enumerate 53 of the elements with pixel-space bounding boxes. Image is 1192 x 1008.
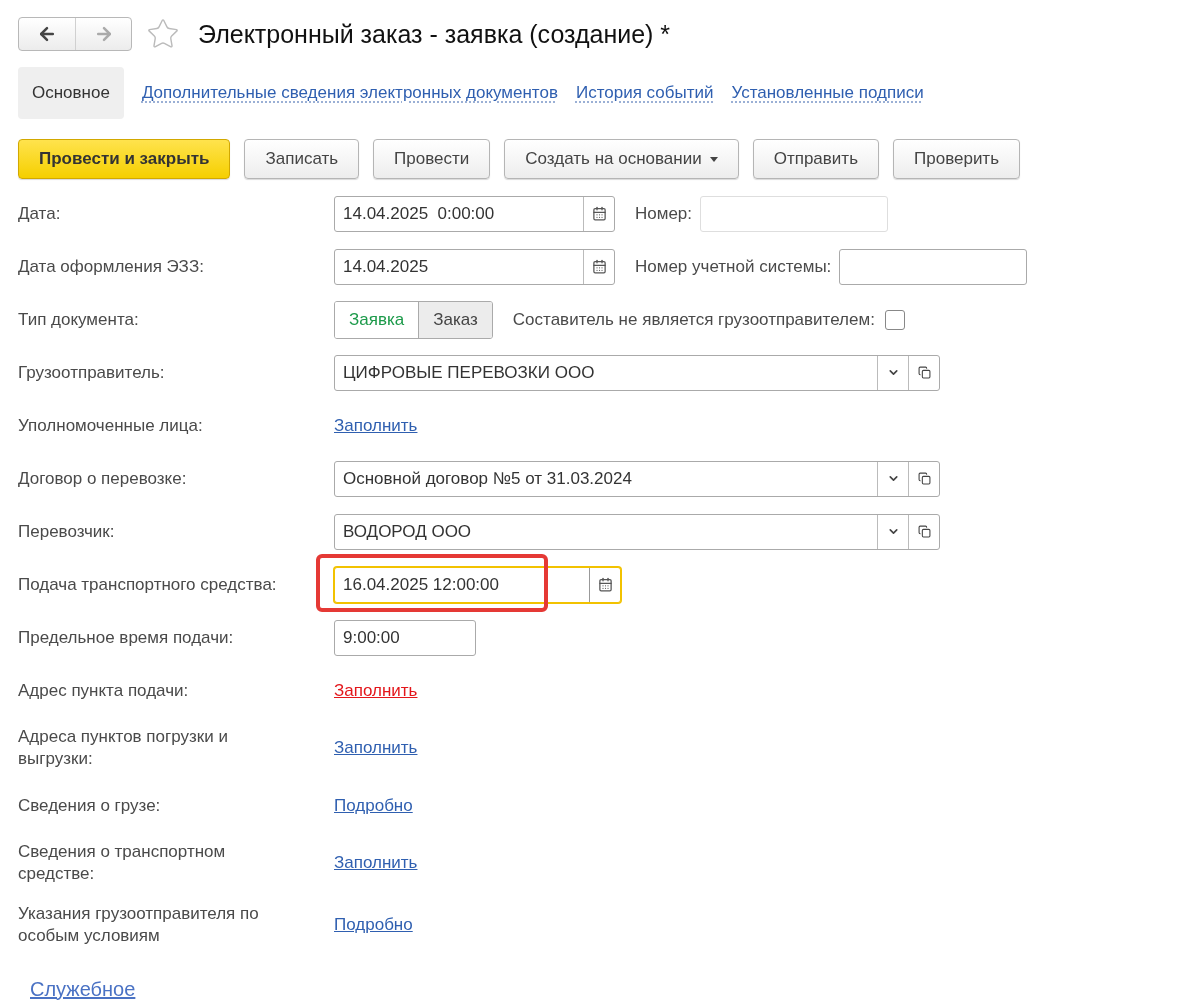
tab[interactable]: Основное [18,67,124,119]
service-link[interactable]: Служебное [30,978,136,1001]
date-field[interactable]: 14.04.2025 0:00:00 [334,195,615,232]
calendar-icon[interactable] [597,577,613,592]
time-field[interactable]: 9:00:00 [334,619,476,656]
open-icon[interactable] [917,366,931,379]
calendar-icon[interactable] [591,259,607,274]
toolbar-button[interactable]: Проверить [893,139,1021,179]
post-close-button[interactable]: Провести и закрыть [18,139,231,179]
field-label: Адреса пунктов погрузки и выгрузки: [18,726,229,770]
field-label: Уполномоченные лица: [18,414,204,437]
select-field[interactable]: ЦИФРОВЫЕ ПЕРЕВОЗКИ ООО [334,354,940,391]
select-field[interactable]: ВОДОРОД ООО [334,513,940,550]
toolbar-button[interactable]: Записать [244,139,360,179]
field-label: Указания грузоотправителя по особым условиям [18,903,260,947]
star-icon[interactable] [146,17,180,51]
checkbox-label: Составитель не является грузоотправителем: [512,309,875,330]
fill-link[interactable]: Заполнить [334,415,418,436]
input-field[interactable] [839,248,1028,285]
field-label: Дата: [18,202,62,225]
field-label: Договор о перевозке: [18,467,188,490]
field-label: Грузоотправитель: [18,361,166,384]
tab[interactable]: История событий [575,67,714,119]
date-field[interactable]: 14.04.2025 [334,248,615,285]
select-field[interactable]: Основной договор №5 от 31.03.2024 [334,460,940,497]
checkbox[interactable] [884,309,905,330]
date-field[interactable]: 16.04.2025 12:00:00 [334,566,621,603]
fill-link[interactable]: Заполнить [334,853,418,873]
dropdown-button[interactable]: Создать на основании [504,139,739,179]
field-label: Номер: [635,203,693,224]
fill-link[interactable]: Заполнить [334,680,418,701]
field-label: Сведения о грузе: [18,794,162,817]
fill-link[interactable]: Заполнить [334,738,418,758]
open-icon[interactable] [917,472,931,485]
calendar-icon[interactable] [591,206,607,221]
toolbar-button[interactable]: Провести [373,139,491,179]
tab[interactable]: Установленные подписи [731,67,924,119]
field-label: Адрес пункта подачи: [18,679,190,702]
field-label: Предельное время подачи: [18,626,235,649]
fill-link[interactable]: Подробно [334,915,413,935]
toggle-option[interactable]: Заказ [418,301,492,338]
field-label: Перевозчик: [18,520,116,543]
field-label: Тип документа: [18,308,140,331]
field-label: Подача транспортного средства: [18,573,278,596]
window-title: Электронный заказ - заявка (создание) * [198,19,671,49]
field-label: Сведения о транспортном средстве: [18,841,227,885]
field-label: Дата оформления ЭЗЗ: [18,255,205,278]
tab[interactable]: Дополнительные сведения электронных документов [141,67,558,119]
open-icon[interactable] [917,525,931,538]
field-label: Номер учетной системы: [635,256,832,277]
toolbar-button[interactable]: Отправить [752,139,879,179]
fill-link[interactable]: Подробно [334,795,413,816]
caret-icon [709,156,718,162]
